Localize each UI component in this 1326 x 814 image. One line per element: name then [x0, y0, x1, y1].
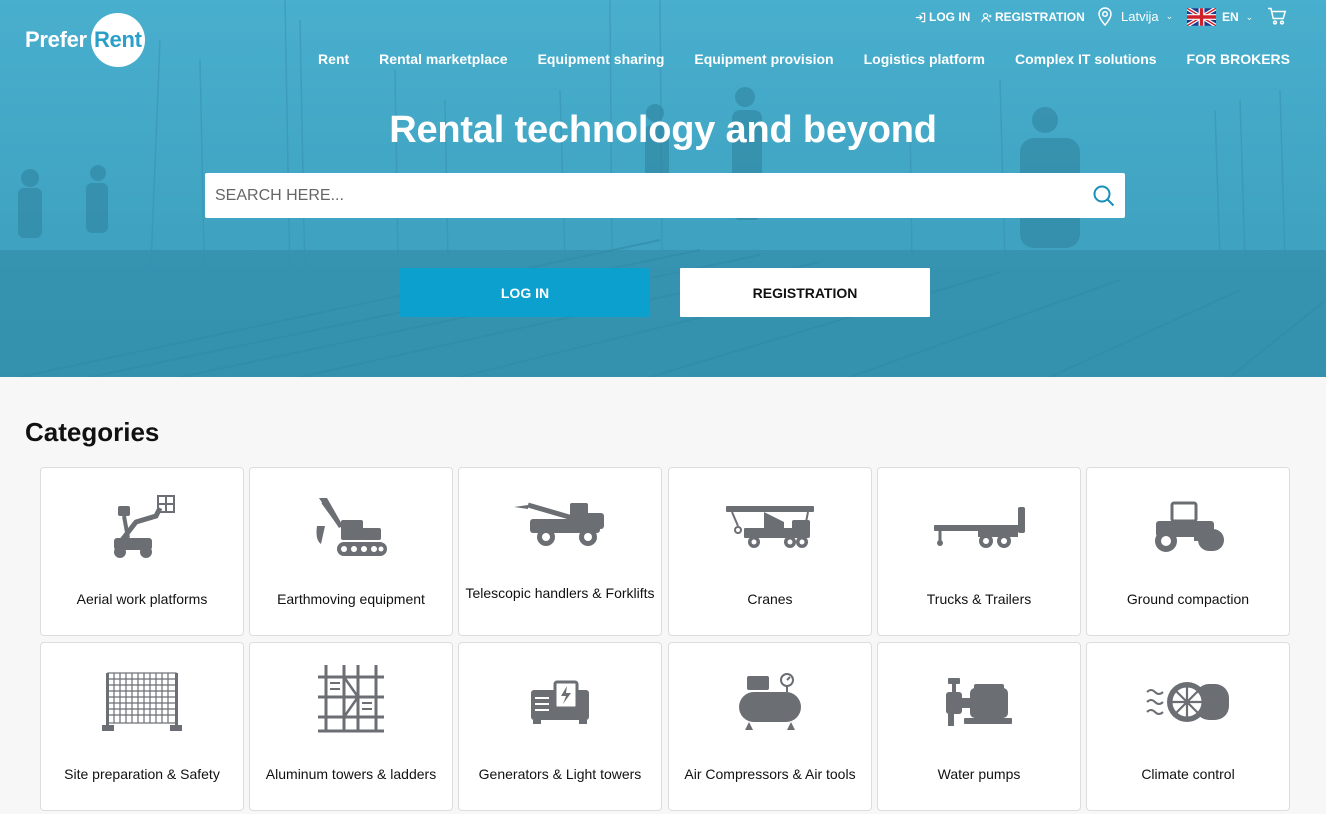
category-label: Generators & Light towers — [478, 766, 642, 782]
location-pin-icon — [1098, 7, 1112, 26]
search-icon — [1093, 185, 1115, 206]
category-card-earthmoving[interactable]: Earthmoving equipment — [249, 467, 453, 636]
trailer-icon — [934, 507, 1025, 548]
uk-flag-icon — [1187, 8, 1216, 26]
nav-equipment-sharing[interactable]: Equipment sharing — [538, 51, 665, 67]
nav-logistics-platform[interactable]: Logistics platform — [864, 51, 985, 67]
language-label: EN — [1222, 10, 1239, 24]
top-registration-label: REGISTRATION — [995, 10, 1085, 24]
logo[interactable]: Prefer Rent — [25, 13, 145, 67]
excavator-icon — [316, 498, 387, 556]
category-card-climate-control[interactable]: Climate control — [1086, 642, 1290, 811]
roller-icon — [1155, 501, 1224, 552]
crane-truck-icon — [726, 506, 814, 548]
scaffold-icon — [318, 665, 384, 733]
category-label: Ground compaction — [1126, 591, 1250, 607]
categories-heading: Categories — [25, 417, 160, 447]
category-label: Aluminum towers & ladders — [265, 766, 437, 782]
nav-rental-marketplace[interactable]: Rental marketplace — [379, 51, 507, 67]
country-label: Latvija — [1121, 8, 1159, 24]
nav-equipment-provision[interactable]: Equipment provision — [694, 51, 833, 67]
generator-icon — [531, 680, 589, 724]
category-label: Telescopic handlers & Forklifts — [465, 585, 655, 601]
nav-rent[interactable]: Rent — [318, 51, 349, 67]
aerial-platform-icon — [114, 495, 175, 558]
top-registration-link[interactable]: REGISTRATION — [981, 10, 1085, 24]
category-card-trucks-trailers[interactable]: Trucks & Trailers — [877, 467, 1081, 636]
chevron-down-icon: ⌄ — [1165, 10, 1174, 21]
category-label: Aerial work platforms — [76, 591, 208, 607]
top-login-link[interactable]: LOG IN — [915, 10, 970, 24]
category-card-site-preparation[interactable]: Site preparation & Safety — [40, 642, 244, 811]
search-button[interactable] — [1083, 173, 1125, 218]
category-card-aluminum-towers[interactable]: Aluminum towers & ladders — [249, 642, 453, 811]
language-selector[interactable]: EN ⌄ — [1187, 8, 1253, 26]
category-card-water-pumps[interactable]: Water pumps — [877, 642, 1081, 811]
water-pump-icon — [946, 678, 1012, 726]
category-label: Earthmoving equipment — [277, 591, 425, 607]
category-label: Cranes — [747, 591, 793, 607]
top-login-label: LOG IN — [929, 10, 971, 24]
category-label: Site preparation & Safety — [64, 766, 220, 782]
hero-title: Rental technology and beyond — [389, 109, 937, 151]
category-card-aerial-work-platforms[interactable]: Aerial work platforms — [40, 467, 244, 636]
registration-button[interactable]: REGISTRATION — [680, 268, 930, 317]
login-icon — [915, 12, 926, 22]
chevron-down-icon: ⌄ — [1245, 11, 1254, 22]
category-card-ground-compaction[interactable]: Ground compaction — [1086, 467, 1290, 636]
nav-complex-it-solutions[interactable]: Complex IT solutions — [1015, 51, 1157, 67]
category-card-air-compressors[interactable]: Air Compressors & Air tools — [668, 642, 872, 811]
hero-banner: Prefer Rent LOG IN REGISTRATION Latvija … — [0, 0, 1326, 377]
category-label: Climate control — [1141, 766, 1235, 782]
fence-icon — [102, 672, 182, 731]
login-button[interactable]: LOG IN — [400, 268, 650, 317]
nav-for-brokers[interactable]: FOR BROKERS — [1187, 51, 1290, 67]
main-navigation: Rent Rental marketplace Equipment sharin… — [318, 51, 1290, 67]
category-card-generators[interactable]: Generators & Light towers — [458, 642, 662, 811]
category-label: Trucks & Trailers — [926, 591, 1032, 607]
cart-icon — [1268, 7, 1287, 25]
country-selector[interactable]: Latvija ⌄ — [1097, 6, 1173, 26]
category-label: Water pumps — [937, 766, 1021, 782]
cart-button[interactable] — [1267, 7, 1287, 25]
search-bar — [205, 173, 1125, 218]
telehandler-icon — [514, 502, 604, 546]
search-input[interactable] — [205, 173, 1083, 218]
user-add-icon — [981, 12, 992, 22]
logo-rent-badge: Rent — [90, 13, 145, 67]
category-card-cranes[interactable]: Cranes — [668, 467, 872, 636]
category-label: Air Compressors & Air tools — [684, 766, 856, 782]
logo-prefer-text: Prefer — [25, 27, 87, 52]
compressor-icon — [739, 673, 801, 730]
heater-icon — [1146, 682, 1229, 722]
category-card-telescopic-handlers[interactable]: Telescopic handlers & Forklifts — [458, 467, 662, 636]
